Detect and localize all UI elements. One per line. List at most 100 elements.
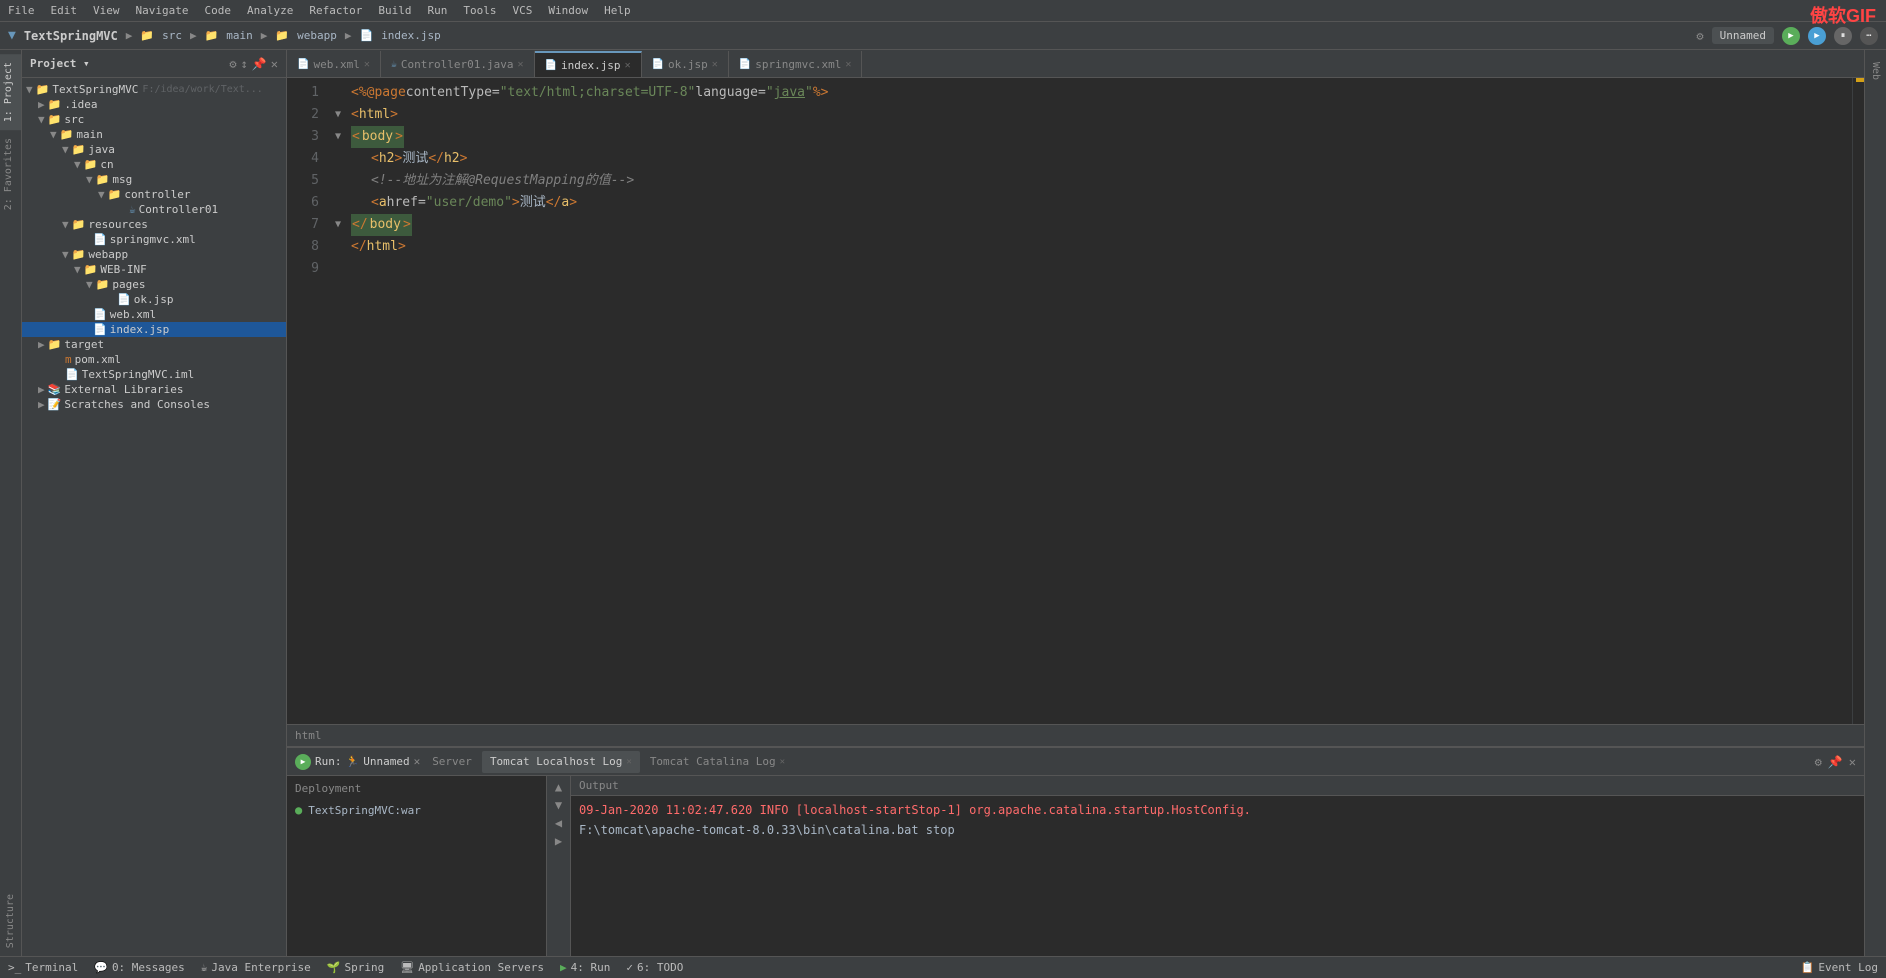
menu-vcs[interactable]: VCS bbox=[512, 4, 532, 17]
scroll-right-icon[interactable]: ▶ bbox=[555, 834, 562, 848]
tree-item-resources[interactable]: ▼ 📁 resources bbox=[22, 217, 286, 232]
bottom-tab-tomcat-catalina[interactable]: Tomcat Catalina Log ✕ bbox=[642, 751, 793, 773]
status-spring[interactable]: 🌱 Spring bbox=[327, 961, 384, 974]
menu-build[interactable]: Build bbox=[378, 4, 411, 17]
status-event-log[interactable]: 📋 Event Log bbox=[1801, 961, 1878, 974]
run-close-icon[interactable]: ✕ bbox=[414, 755, 421, 768]
tag-html-close: html bbox=[367, 236, 398, 258]
tag-bracket-4b: > bbox=[394, 148, 402, 170]
tree-item-target[interactable]: ▶ 📁 target bbox=[22, 337, 286, 352]
sidebar-icon-collapse[interactable]: ↕ bbox=[241, 57, 248, 71]
tree-item-root[interactable]: ▼ 📁 TextSpringMVC F:/idea/work/Text... bbox=[22, 82, 286, 97]
tree-label-target: target bbox=[64, 338, 104, 351]
run-button[interactable] bbox=[1782, 27, 1800, 45]
tree-item-springmvc-xml[interactable]: 📄 springmvc.xml bbox=[22, 232, 286, 247]
folder-icon-main: 📁 bbox=[205, 29, 219, 42]
tab-close-ok-jsp[interactable]: ✕ bbox=[712, 59, 718, 70]
menu-navigate[interactable]: Navigate bbox=[136, 4, 189, 17]
panel-close-icon[interactable]: ✕ bbox=[1849, 755, 1856, 769]
scroll-up-icon[interactable]: ▲ bbox=[555, 780, 562, 794]
menu-file[interactable]: File bbox=[8, 4, 35, 17]
output-header: Output bbox=[571, 776, 1864, 796]
iml-file-icon: 📄 bbox=[65, 368, 79, 381]
menu-analyze[interactable]: Analyze bbox=[247, 4, 293, 17]
attr-contenttype: contentType= bbox=[406, 82, 500, 104]
status-java-enterprise[interactable]: ☕ Java Enterprise bbox=[201, 961, 311, 974]
tree-item-msg[interactable]: ▼ 📁 msg bbox=[22, 172, 286, 187]
deployment-header: Deployment bbox=[291, 780, 542, 797]
run-config-selector[interactable]: Unnamed bbox=[1712, 27, 1774, 44]
panel-pin-icon[interactable]: 📌 bbox=[1828, 755, 1843, 769]
tab-index-jsp[interactable]: 📄 index.jsp ✕ bbox=[535, 51, 642, 77]
code-editor[interactable]: 1 2 3 4 5 6 7 8 9 bbox=[287, 78, 1864, 724]
tab-close-index-jsp[interactable]: ✕ bbox=[625, 60, 631, 71]
status-run[interactable]: ▶ 4: Run bbox=[560, 961, 610, 974]
tree-item-controller[interactable]: ▼ 📁 controller bbox=[22, 187, 286, 202]
menu-tools[interactable]: Tools bbox=[463, 4, 496, 17]
tree-item-iml[interactable]: 📄 TextSpringMVC.iml bbox=[22, 367, 286, 382]
bottom-tab-server[interactable]: Server bbox=[424, 751, 480, 773]
tree-item-pom-xml[interactable]: m pom.xml bbox=[22, 352, 286, 367]
menu-code[interactable]: Code bbox=[204, 4, 231, 17]
tree-item-ok-jsp[interactable]: 📄 ok.jsp bbox=[22, 292, 286, 307]
tab-springmvc-xml[interactable]: 📄 springmvc.xml ✕ bbox=[729, 51, 863, 77]
menu-run[interactable]: Run bbox=[427, 4, 447, 17]
bottom-tab-tomcat-localhost[interactable]: Tomcat Localhost Log ✕ bbox=[482, 751, 640, 773]
right-tab-web[interactable]: Web bbox=[1867, 54, 1884, 88]
tab-close-springmvc-xml[interactable]: ✕ bbox=[845, 59, 851, 70]
tree-item-controller01[interactable]: ☕ Controller01 bbox=[22, 202, 286, 217]
status-application-servers[interactable]: 🖥 Application Servers bbox=[400, 961, 544, 974]
tree-item-java[interactable]: ▼ 📁 java bbox=[22, 142, 286, 157]
tab-web-xml[interactable]: 📄 web.xml ✕ bbox=[287, 51, 381, 77]
status-terminal[interactable]: >_ Terminal bbox=[8, 961, 78, 974]
menu-help[interactable]: Help bbox=[604, 4, 631, 17]
status-todo[interactable]: ✓ 6: TODO bbox=[626, 961, 683, 974]
bottom-tab-tomcat-catalina-close[interactable]: ✕ bbox=[780, 757, 785, 767]
tree-item-web-inf[interactable]: ▼ 📁 WEB-INF bbox=[22, 262, 286, 277]
tab-controller01[interactable]: ☕ Controller01.java ✕ bbox=[381, 51, 535, 77]
tree-item-idea[interactable]: ▶ 📁 .idea bbox=[22, 97, 286, 112]
side-tab-favorites[interactable]: 2: Favorites bbox=[0, 130, 21, 218]
more-button[interactable]: ⋯ bbox=[1860, 27, 1878, 45]
sidebar-icon-close[interactable]: ✕ bbox=[271, 57, 278, 71]
side-tab-structure[interactable]: Structure bbox=[2, 886, 19, 956]
tree-item-webapp[interactable]: ▼ 📁 webapp bbox=[22, 247, 286, 262]
tree-item-scratches[interactable]: ▶ 📝 Scratches and Consoles bbox=[22, 397, 286, 412]
output-section: Output 09-Jan-2020 11:02:47.620 INFO [lo… bbox=[571, 776, 1864, 956]
sidebar-icon-pin[interactable]: 📌 bbox=[252, 57, 267, 71]
tree-item-src[interactable]: ▼ 📁 src bbox=[22, 112, 286, 127]
deployment-section: Deployment ● TextSpringMVC:war bbox=[287, 776, 547, 956]
status-messages-label: 0: Messages bbox=[112, 961, 185, 974]
code-line-1: <%@ page contentType= "text/html;charset… bbox=[335, 82, 1844, 104]
tab-ok-jsp[interactable]: 📄 ok.jsp ✕ bbox=[642, 51, 729, 77]
stop-button[interactable]: ⏸ bbox=[1834, 27, 1852, 45]
tab-close-web-xml[interactable]: ✕ bbox=[364, 59, 370, 70]
folder-icon: 📁 bbox=[36, 83, 50, 96]
tree-item-index-jsp[interactable]: 📄 index.jsp bbox=[22, 322, 286, 337]
panel-settings-icon[interactable]: ⚙ bbox=[1815, 755, 1822, 769]
tree-item-external-libs[interactable]: ▶ 📚 External Libraries bbox=[22, 382, 286, 397]
tree-label-controller01: Controller01 bbox=[139, 203, 218, 216]
scroll-down-icon[interactable]: ▼ bbox=[555, 798, 562, 812]
tree-item-cn[interactable]: ▼ 📁 cn bbox=[22, 157, 286, 172]
tab-close-controller01[interactable]: ✕ bbox=[517, 59, 523, 70]
run-play-button[interactable]: ▶ bbox=[295, 754, 311, 770]
menu-refactor[interactable]: Refactor bbox=[309, 4, 362, 17]
tree-item-main[interactable]: ▼ 📁 main bbox=[22, 127, 286, 142]
tree-label-idea: .idea bbox=[64, 98, 97, 111]
h2-text: 测试 bbox=[402, 148, 428, 170]
scroll-left-icon[interactable]: ◀ bbox=[555, 816, 562, 830]
menu-window[interactable]: Window bbox=[548, 4, 588, 17]
menu-edit[interactable]: Edit bbox=[51, 4, 78, 17]
tree-item-pages[interactable]: ▼ 📁 pages bbox=[22, 277, 286, 292]
debug-button[interactable]: ▶ bbox=[1808, 27, 1826, 45]
side-tab-project[interactable]: 1: Project bbox=[0, 54, 21, 130]
app-servers-icon: 🖥 bbox=[400, 961, 414, 974]
tree-item-web-xml[interactable]: 📄 web.xml bbox=[22, 307, 286, 322]
expand-icon-cn: ▼ bbox=[74, 158, 81, 171]
bottom-tab-tomcat-localhost-close[interactable]: ✕ bbox=[626, 757, 631, 767]
menu-view[interactable]: View bbox=[93, 4, 120, 17]
expand-icon-webapp: ▼ bbox=[62, 248, 69, 261]
status-messages[interactable]: 💬 0: Messages bbox=[94, 961, 185, 974]
sidebar-icon-settings[interactable]: ⚙ bbox=[229, 57, 236, 71]
